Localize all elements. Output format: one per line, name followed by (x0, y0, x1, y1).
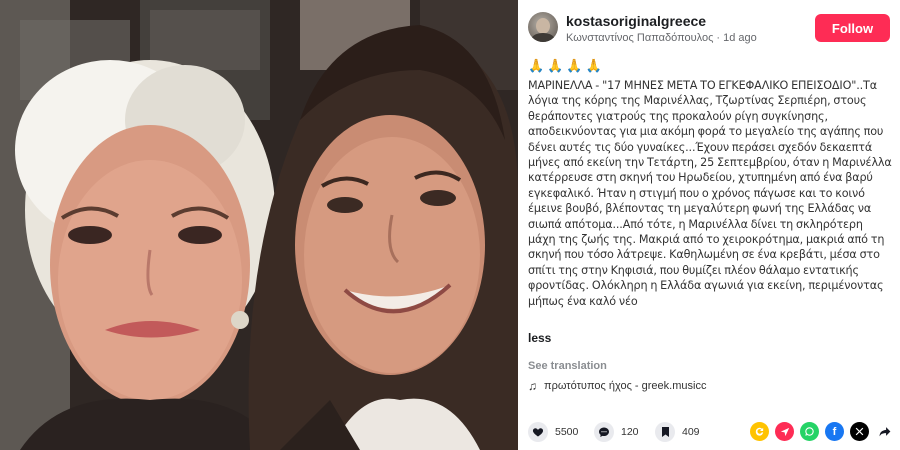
post-panel: kostasoriginalgreece Κωνσταντίνος Παπαδό… (518, 0, 900, 450)
pray-emoji: 🙏 (585, 58, 603, 73)
share-row: f (750, 422, 900, 441)
sound-label: πρωτότυπος ήχος - greek.musicc (544, 380, 707, 392)
username[interactable]: kostasoriginalgreece (566, 13, 706, 29)
pray-emoji: 🙏 (528, 58, 546, 73)
caption-text: ΜΑΡΙΝΕΛΛΑ - "17 ΜΗΝΕΣ ΜΕΤΑ ΤΟ ΕΓΚΕΦΑΛΙΚΟ… (528, 79, 892, 308)
time-ago: 1d ago (723, 32, 757, 44)
send-icon[interactable] (775, 422, 794, 441)
comment-icon (594, 422, 614, 442)
pray-emoji: 🙏 (547, 58, 565, 73)
sound-link[interactable]: ♫ πρωτότυπος ήχος - greek.musicc (528, 379, 706, 393)
pray-emoji: 🙏 (566, 58, 584, 73)
post-photo (0, 0, 518, 450)
avatar-body (531, 33, 555, 42)
post-meta: Κωνσταντίνος Παπαδόπουλος · 1d ago (566, 32, 757, 44)
photo-illustration (0, 0, 518, 450)
less-button[interactable]: less (528, 331, 551, 345)
x-icon[interactable] (850, 422, 869, 441)
heart-icon (528, 422, 548, 442)
like-stat[interactable]: 5500 (528, 422, 578, 442)
post-header: kostasoriginalgreece Κωνσταντίνος Παπαδό… (518, 0, 900, 56)
emoji-row: 🙏 🙏 🙏 🙏 (528, 58, 892, 78)
repost-icon[interactable] (750, 422, 769, 441)
follow-button[interactable]: Follow (815, 14, 890, 42)
author-name: Κωνσταντίνος Παπαδόπουλος (566, 32, 714, 44)
bookmark-icon (655, 422, 675, 442)
comment-stat[interactable]: 120 (594, 422, 639, 442)
forward-icon[interactable] (875, 422, 894, 441)
avatar[interactable] (528, 12, 558, 42)
comment-count: 120 (621, 426, 639, 438)
caption-fade (528, 309, 892, 317)
see-translation-link[interactable]: See translation (528, 360, 607, 372)
action-bar: 5500 120 409 f (518, 415, 900, 450)
meta-separator: · (716, 32, 721, 44)
save-stat[interactable]: 409 (655, 422, 700, 442)
whatsapp-icon[interactable] (800, 422, 819, 441)
save-count: 409 (682, 426, 700, 438)
music-note-icon: ♫ (528, 379, 537, 393)
caption-area: 🙏 🙏 🙏 🙏 ΜΑΡΙΝΕΛΛΑ - "17 ΜΗΝΕΣ ΜΕΤΑ ΤΟ ΕΓΚΕΦ… (528, 58, 892, 317)
facebook-icon[interactable]: f (825, 422, 844, 441)
avatar-face (536, 18, 550, 34)
like-count: 5500 (555, 426, 579, 438)
